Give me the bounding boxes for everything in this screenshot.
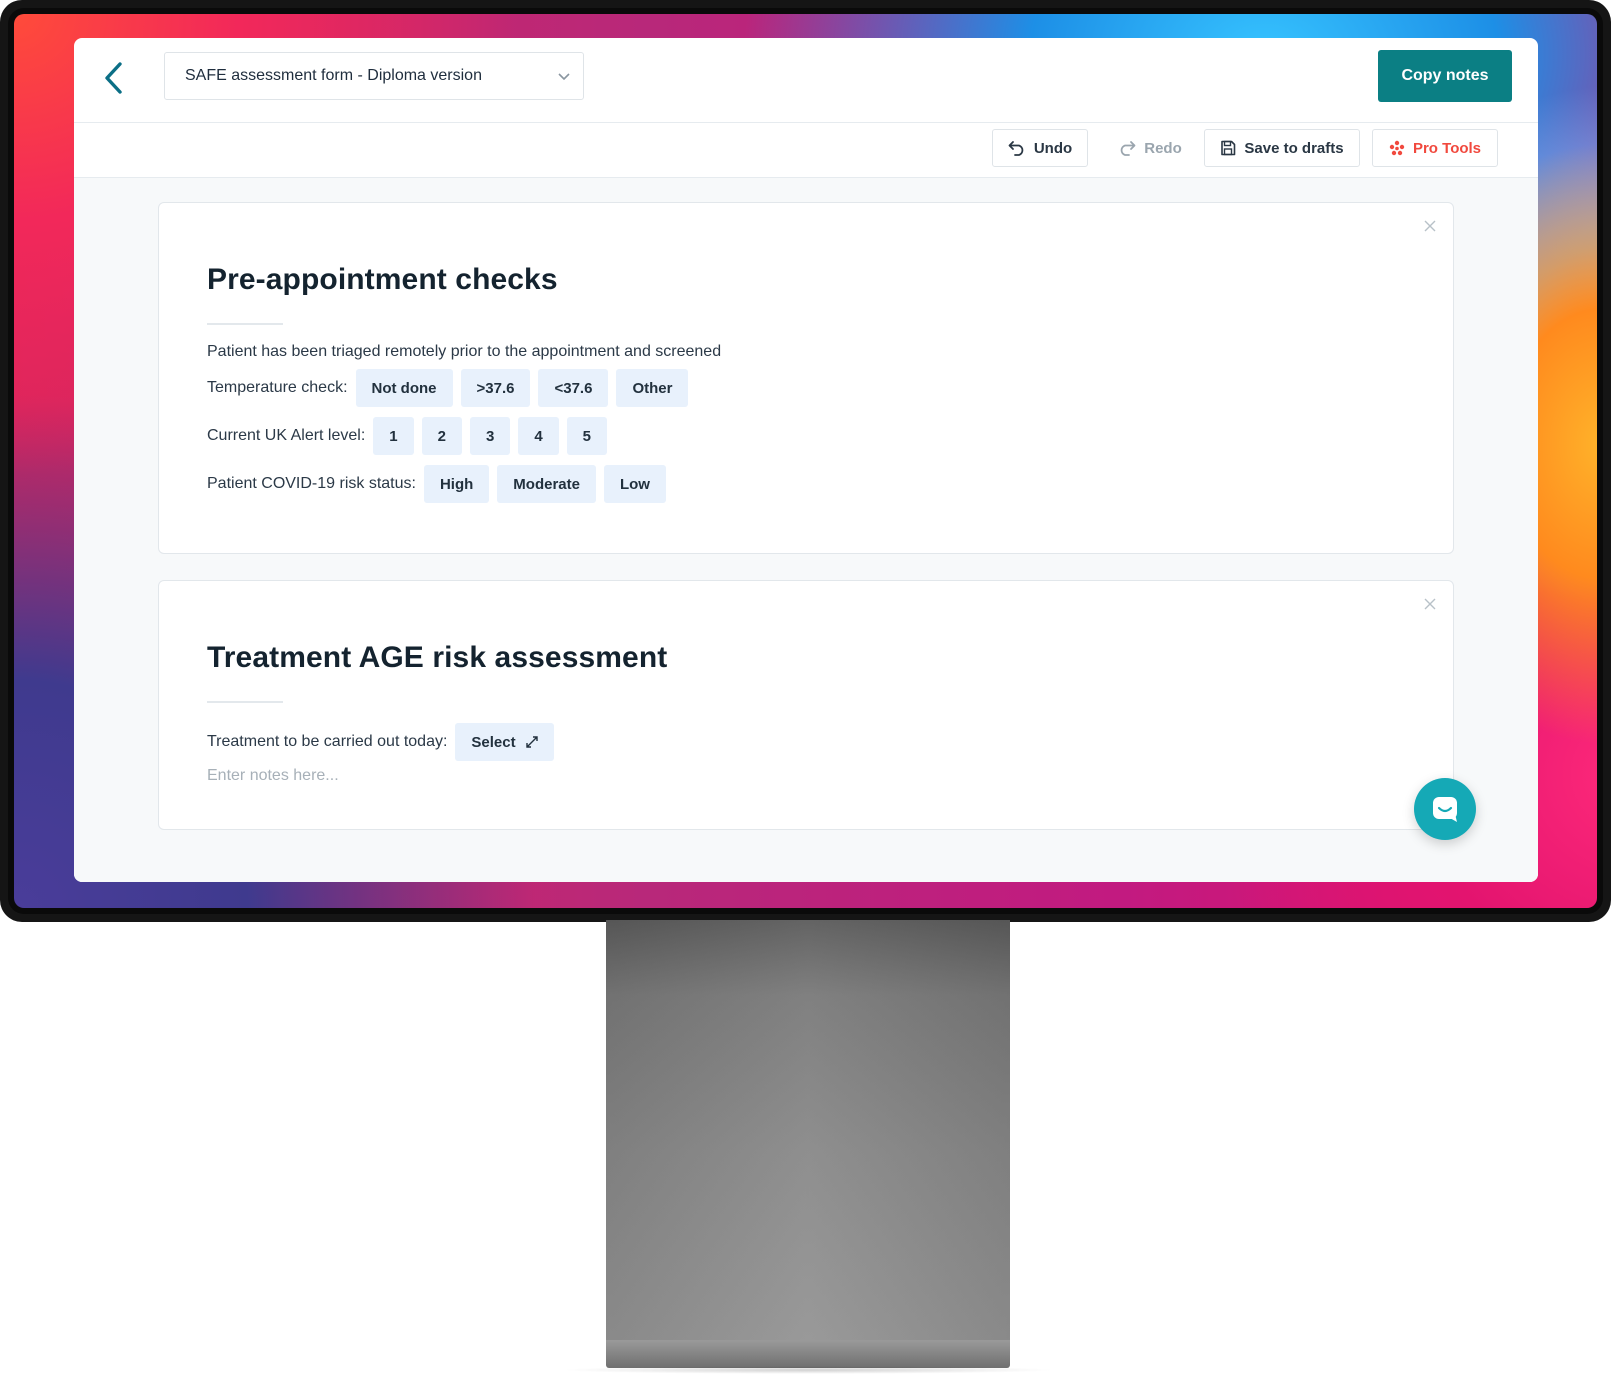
- pro-tools-label: Pro Tools: [1412, 139, 1482, 157]
- section-divider: [207, 323, 283, 325]
- risk-status-row: Patient COVID-19 risk status: High Moder…: [207, 465, 666, 503]
- save-icon: [1221, 140, 1236, 156]
- treatment-row: Treatment to be carried out today: Selec…: [207, 723, 554, 761]
- chat-button[interactable]: [1414, 778, 1476, 840]
- alert-level-row: Current UK Alert level: 1 2 3 4 5: [207, 417, 607, 455]
- save-to-drafts-button[interactable]: Save to drafts: [1204, 129, 1360, 167]
- toolbar: Undo Redo Save to drafts Pro Tools: [74, 123, 1538, 178]
- triage-statement: Patient has been triaged remotely prior …: [207, 343, 721, 361]
- notes-input[interactable]: Enter notes here...: [207, 767, 339, 785]
- triage-statement-text: Patient has been triaged remotely prior …: [207, 343, 722, 360]
- treatment-select-button[interactable]: Select: [455, 723, 554, 761]
- save-to-drafts-label: Save to drafts: [1244, 139, 1344, 157]
- monitor-stand-shading: [606, 920, 1010, 1340]
- app-window: SAFE assessment form - Diploma version C…: [74, 38, 1538, 882]
- temperature-option[interactable]: >37.6: [460, 369, 531, 407]
- alert-level-option[interactable]: 3: [469, 417, 511, 455]
- risk-status-option[interactable]: High: [423, 465, 490, 503]
- treatment-select-label: Select: [471, 733, 516, 751]
- section-divider: [207, 701, 283, 703]
- undo-label: Undo: [1033, 139, 1073, 157]
- pro-tools-icon: [1389, 140, 1405, 156]
- monitor-foot-shadow: [560, 1366, 1056, 1374]
- close-icon[interactable]: [1423, 597, 1437, 611]
- alert-level-option[interactable]: 2: [421, 417, 462, 455]
- treatment-age-card: Treatment AGE risk assessment Treatment …: [158, 580, 1454, 830]
- risk-status-label: Patient COVID-19 risk status:: [207, 475, 416, 492]
- temperature-check-row: Temperature check: Not done >37.6 <37.6 …: [207, 369, 689, 407]
- redo-label: Redo: [1144, 139, 1182, 157]
- copy-notes-button[interactable]: Copy notes: [1378, 50, 1512, 102]
- close-icon[interactable]: [1423, 219, 1437, 233]
- notes-content: Pre-appointment checks Patient has been …: [74, 178, 1538, 882]
- top-bar: SAFE assessment form - Diploma version C…: [74, 38, 1538, 123]
- temperature-option[interactable]: <37.6: [538, 369, 609, 407]
- chevron-down-icon: [558, 73, 570, 81]
- alert-level-option[interactable]: 5: [566, 417, 607, 455]
- redo-icon: [1120, 141, 1136, 156]
- risk-status-option[interactable]: Moderate: [497, 465, 596, 503]
- back-arrow-icon: [105, 62, 122, 94]
- temperature-check-label: Temperature check:: [207, 379, 348, 396]
- alert-level-option[interactable]: 1: [373, 417, 414, 455]
- undo-button[interactable]: Undo: [992, 129, 1088, 167]
- treatment-label: Treatment to be carried out today:: [207, 733, 448, 750]
- risk-status-option[interactable]: Low: [603, 465, 666, 503]
- monitor-frame: SAFE assessment form - Diploma version C…: [0, 0, 1611, 922]
- chat-icon: [1433, 797, 1457, 822]
- section-title: Treatment AGE risk assessment: [207, 641, 668, 674]
- monitor-foot: [606, 1340, 1010, 1368]
- temperature-option[interactable]: Other: [616, 369, 689, 407]
- back-button[interactable]: [92, 56, 136, 100]
- alert-level-label: Current UK Alert level:: [207, 427, 366, 444]
- form-selector[interactable]: SAFE assessment form - Diploma version: [164, 52, 584, 100]
- pre-appointment-card: Pre-appointment checks Patient has been …: [158, 202, 1454, 554]
- undo-icon: [1008, 141, 1024, 156]
- temperature-option[interactable]: Not done: [355, 369, 453, 407]
- expand-icon: [525, 736, 538, 748]
- pro-tools-button[interactable]: Pro Tools: [1372, 129, 1498, 167]
- redo-button[interactable]: Redo: [1098, 129, 1202, 167]
- form-selector-value: SAFE assessment form - Diploma version: [185, 67, 482, 84]
- alert-level-option[interactable]: 4: [518, 417, 559, 455]
- section-title: Pre-appointment checks: [207, 263, 558, 296]
